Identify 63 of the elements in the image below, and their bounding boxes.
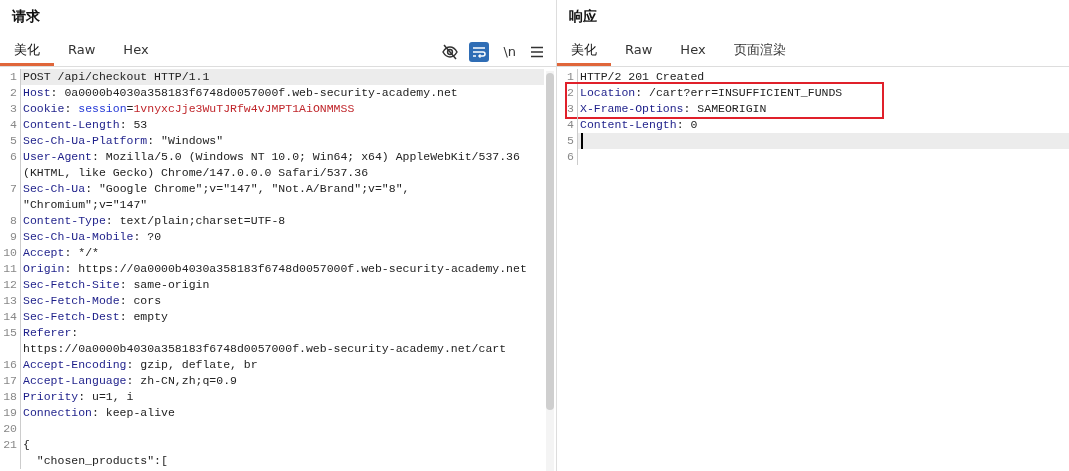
line-number: 14: [0, 309, 21, 325]
code-line: Cookie: session=1vnyxcJje3WuTJRfw4vJMPT1AiONMMSS: [22, 101, 356, 117]
eye-slash-icon[interactable]: [441, 42, 460, 61]
pane-title: 响应: [568, 7, 598, 26]
line-number: 21: [0, 437, 21, 469]
view-tab[interactable]: 页面渲染: [719, 37, 800, 66]
view-tab[interactable]: 美化: [557, 37, 611, 66]
code-line: { "chosen_products":[: [22, 437, 169, 469]
newline-toggle[interactable]: \n: [499, 44, 520, 59]
line-number: 7: [0, 181, 21, 213]
pane-title: 请求: [11, 7, 41, 26]
line-number: 12: [0, 277, 21, 293]
code-line: Accept: */*: [22, 245, 100, 261]
line-number: 13: [0, 293, 21, 309]
code-line: HTTP/2 201 Created: [579, 69, 706, 85]
line-number: 11: [0, 261, 21, 277]
code-line: Sec-Fetch-Dest: empty: [22, 309, 169, 325]
view-tab[interactable]: Raw: [611, 37, 667, 66]
code-line: Location: /cart?err=INSUFFICIENT_FUNDS: [579, 85, 844, 101]
code-line: Sec-Ch-Ua-Platform: "Windows": [22, 133, 225, 149]
line-number: 16: [0, 357, 21, 373]
view-tab[interactable]: 美化: [0, 37, 54, 66]
line-number: 18: [0, 389, 21, 405]
menu-icon[interactable]: [530, 45, 544, 58]
line-number: 8: [0, 213, 21, 229]
word-wrap-button[interactable]: [469, 41, 490, 62]
view-tab[interactable]: Hex: [109, 37, 163, 66]
scrollbar[interactable]: [546, 71, 554, 471]
line-number: 4: [0, 117, 21, 133]
code-line: Sec-Fetch-Site: same-origin: [22, 277, 211, 293]
code-line: Content-Length: 0: [579, 117, 699, 133]
line-number: 5: [0, 133, 21, 149]
code-line: Sec-Ch-Ua: "Google Chrome";v="147", "Not.A/Brand";v="8", "Chromium";v="147": [22, 181, 411, 213]
line-number: 19: [0, 405, 21, 421]
code-line: Accept-Language: zh-CN,zh;q=0.9: [22, 373, 238, 389]
line-number: 3: [557, 101, 578, 117]
code-line: Sec-Ch-Ua-Mobile: ?0: [22, 229, 163, 245]
line-number: 4: [557, 117, 578, 133]
code-line: Sec-Fetch-Mode: cors: [22, 293, 163, 309]
line-number: 17: [0, 373, 21, 389]
code-line: Content-Type: text/plain;charset=UTF-8: [22, 213, 287, 229]
line-number: 1: [557, 69, 578, 85]
line-number: 10: [0, 245, 21, 261]
code-line: User-Agent: Mozilla/5.0 (Windows NT 10.0; Win64; x64) AppleWebKit/537.36 (KHTML, like Gecko) Chrome/147.0.0.0 Safari/537.36: [22, 149, 521, 181]
code-line: Host: 0a0000b4030a358183f6748d0057000f.web-security-academy.net: [22, 85, 459, 101]
code-line: Referer: https://0a0000b4030a358183f6748d0057000f.web-security-academy.net/cart: [22, 325, 508, 357]
code-line: Connection: keep-alive: [22, 405, 176, 421]
line-number: 20: [0, 421, 21, 437]
line-number: 3: [0, 101, 21, 117]
line-number: 15: [0, 325, 21, 357]
code-line: Accept-Encoding: gzip, deflate, br: [22, 357, 259, 373]
code-line: Priority: u=1, i: [22, 389, 135, 405]
wrap-icon: [472, 44, 487, 59]
view-tab[interactable]: Raw: [54, 37, 110, 66]
line-number: 2: [557, 85, 578, 101]
code-line: Origin: https://0a0000b4030a358183f6748d0057000f.web-security-academy.net: [22, 261, 528, 277]
line-number: 6: [557, 149, 578, 165]
code-line: Content-Length: 53: [22, 117, 149, 133]
line-number: 2: [0, 85, 21, 101]
line-number: 6: [0, 149, 21, 181]
view-tab[interactable]: Hex: [666, 37, 720, 66]
code-line: X-Frame-Options: SAMEORIGIN: [579, 101, 768, 117]
line-number: 9: [0, 229, 21, 245]
